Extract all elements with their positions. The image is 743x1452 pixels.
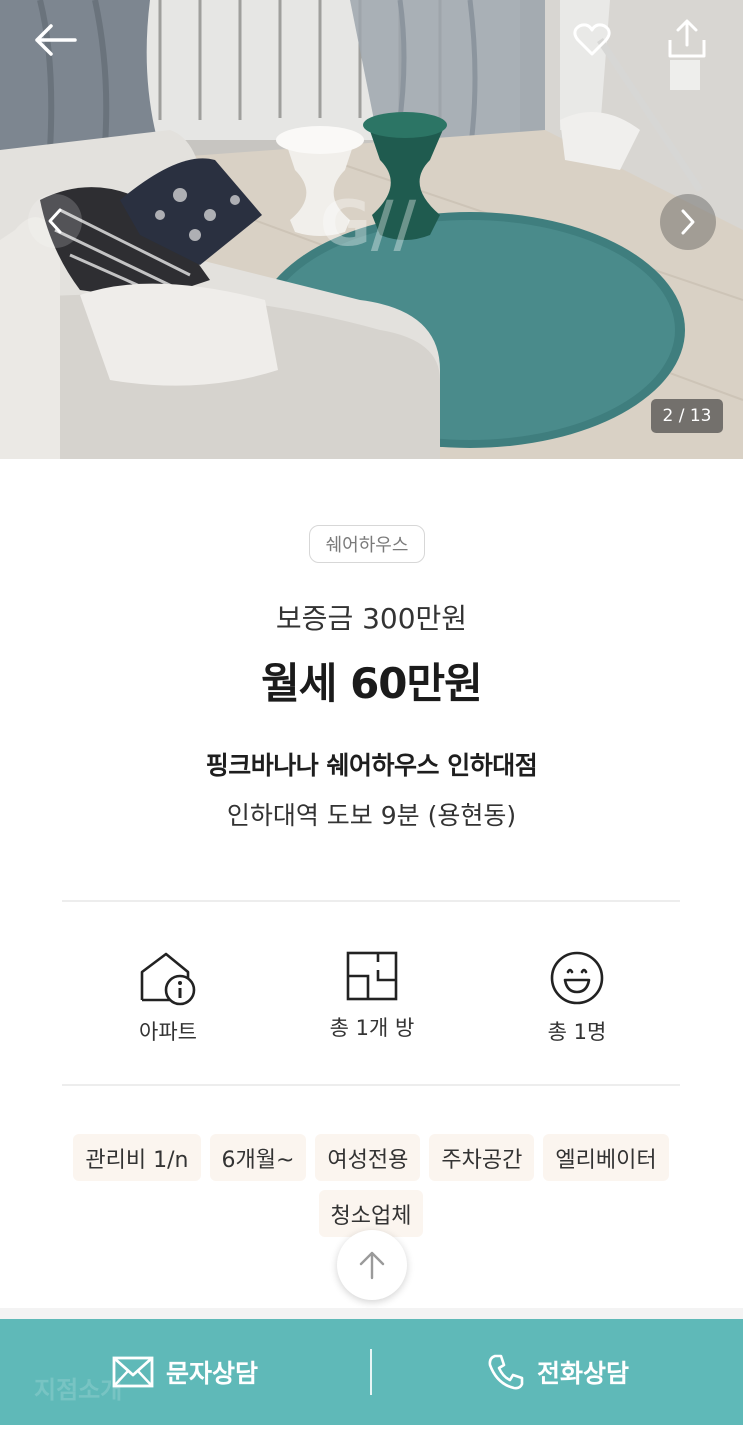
next-photo-button[interactable] [660, 194, 716, 250]
spec-building-type: 아파트 [88, 950, 248, 1046]
spec-rooms-label: 총 1개 방 [329, 1016, 415, 1040]
listing-location: 인하대역 도보 9분 (용현동) [226, 801, 517, 830]
back-button[interactable] [26, 14, 84, 66]
tag-parking: 주차공간 [429, 1134, 535, 1181]
photo-gallery[interactable]: G// 2 / 13 [0, 0, 743, 459]
arrow-left-icon [35, 24, 77, 56]
share-button[interactable] [658, 12, 716, 66]
arrow-up-icon [359, 1251, 385, 1280]
spec-residents: 총 1명 [497, 950, 657, 1046]
divider [62, 1084, 680, 1086]
chevron-right-icon [681, 209, 695, 235]
feature-tags: 관리비 1/n 6개월~ 여성전용 주차공간 엘리베이터 청소업체 [46, 1134, 696, 1237]
spec-building-type-label: 아파트 [139, 1020, 197, 1044]
sms-consult-label: 문자상담 [165, 1359, 258, 1388]
house-info-icon [140, 952, 196, 1006]
listing-name: 핑크바나나 쉐어하우스 인하대점 [205, 751, 538, 780]
branch-intro-ghost-text: 지점소개 [34, 1376, 123, 1404]
svg-text:G//: G// [320, 187, 417, 260]
tag-elevator: 엘리베이터 [543, 1134, 669, 1181]
favorite-button[interactable] [566, 14, 618, 66]
call-consult-button[interactable]: 전화상담 [373, 1319, 743, 1425]
spec-rooms: 총 1개 방 [292, 950, 452, 1042]
scroll-to-top-button[interactable] [337, 1230, 407, 1300]
tag-women-only: 여성전용 [315, 1134, 421, 1181]
divider [62, 900, 680, 902]
deposit-text: 보증금 300만원 [275, 602, 468, 635]
floorplan-icon [346, 951, 398, 1001]
spec-residents-label: 총 1명 [547, 1020, 607, 1044]
heart-icon [573, 23, 611, 56]
previous-photo-button[interactable] [28, 194, 82, 248]
smiley-icon [550, 951, 604, 1005]
type-badge: 쉐어하우스 [309, 525, 425, 563]
room-photo: G// [0, 0, 743, 459]
call-consult-label: 전화상담 [536, 1359, 629, 1388]
tag-management-fee: 관리비 1/n [73, 1134, 201, 1181]
tag-min-period: 6개월~ [209, 1134, 307, 1181]
button-separator [370, 1349, 372, 1395]
photo-counter: 2 / 13 [651, 399, 723, 433]
monthly-rent-text: 월세 60만원 [261, 659, 483, 708]
chevron-left-icon [48, 208, 62, 234]
phone-icon [488, 1354, 524, 1390]
share-icon [668, 19, 706, 58]
